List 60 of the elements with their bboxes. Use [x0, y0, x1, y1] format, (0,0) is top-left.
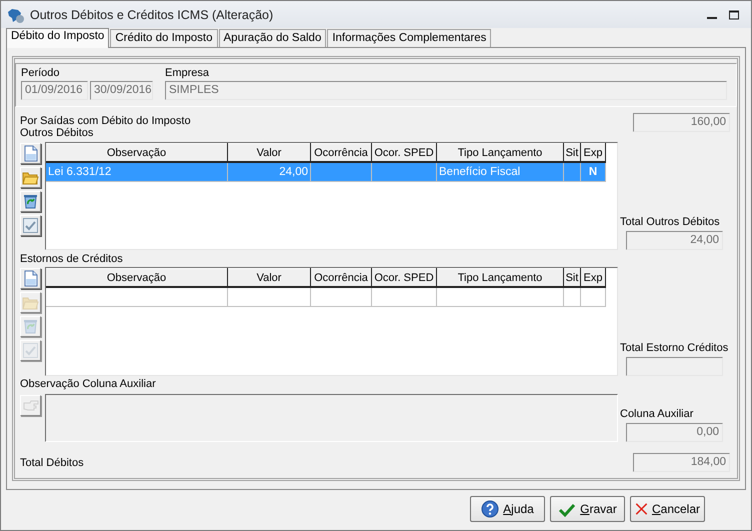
cancel-button[interactable]: Cancelar [630, 496, 705, 522]
section-label: Por Saídas com Débito do Imposto [20, 114, 191, 127]
tab[interactable]: Informações Complementares [327, 29, 492, 47]
table-cell: Lei 6.331/12 [48, 166, 112, 178]
total-field[interactable]: 0,00 [626, 423, 723, 442]
field-label: Período [21, 67, 61, 79]
table-cell: Benefício Fiscal [439, 166, 520, 178]
folder-button[interactable] [20, 167, 41, 188]
tab[interactable]: Apuração do Saldo [218, 29, 326, 47]
column-header[interactable]: Sit [564, 268, 580, 287]
column-header[interactable]: Valor [228, 144, 310, 162]
column-header[interactable]: Ocor. SPED [372, 144, 436, 162]
column-header[interactable]: Tipo Lançamento [436, 268, 564, 287]
tab[interactable]: Crédito do Imposto [110, 29, 218, 47]
help-button[interactable]: Ajuda [470, 496, 545, 522]
help-icon [481, 500, 500, 518]
column-header[interactable]: Sit [564, 144, 580, 162]
section-label: Estornos de Créditos [20, 253, 124, 265]
column-header[interactable]: Exp [580, 268, 606, 287]
window-title: Outros Débitos e Créditos ICMS (Alteração) [30, 8, 274, 22]
column-header[interactable]: Exp [580, 144, 606, 162]
new-document-button[interactable] [20, 143, 41, 164]
check-button[interactable] [20, 215, 41, 236]
column-header[interactable]: Ocorrência [310, 268, 372, 287]
table-cell: 24,00 [279, 166, 308, 178]
total-label: Total Outros Débitos [620, 216, 720, 228]
column-header[interactable]: Ocor. SPED [372, 268, 436, 287]
document-icon [22, 145, 39, 162]
total-field[interactable]: 184,00 [633, 453, 730, 472]
tab[interactable]: Débito do Imposto [6, 28, 110, 48]
column-header[interactable]: Tipo Lançamento [436, 144, 564, 162]
check-icon [22, 342, 39, 359]
recycle-icon [22, 193, 39, 210]
total-label: Total Débitos [20, 456, 84, 468]
column-header[interactable]: Ocorrência [310, 144, 372, 162]
app-icon [7, 6, 25, 22]
table-row[interactable] [46, 287, 606, 306]
column-header[interactable]: Observação [46, 144, 228, 162]
field-label: Empresa [165, 67, 210, 79]
total-label: Coluna Auxiliar [620, 408, 694, 420]
total-field[interactable]: 160,00 [633, 113, 730, 132]
memo-field[interactable] [45, 394, 618, 442]
section-label: Outros Débitos [20, 127, 94, 139]
check-icon [22, 217, 39, 234]
new-document-button[interactable] [20, 268, 41, 289]
total-field[interactable]: 24,00 [626, 231, 723, 250]
save-button[interactable]: Gravar [550, 496, 625, 522]
table-cell: N [588, 166, 598, 178]
date-field[interactable]: 30/09/2016 [90, 81, 153, 100]
maximize-icon[interactable] [729, 10, 739, 20]
column-header[interactable]: Valor [228, 268, 310, 287]
recycle-button[interactable] [20, 191, 41, 212]
date-field[interactable]: 01/09/2016 [21, 81, 88, 100]
total-label: Total Estorno Créditos [620, 342, 728, 354]
document-icon [22, 270, 39, 287]
recycle-icon [22, 318, 39, 335]
company-field[interactable]: SIMPLES [165, 81, 727, 100]
section-label: Observação Coluna Auxiliar [20, 378, 157, 390]
column-header[interactable]: Observação [46, 268, 228, 287]
total-field[interactable] [626, 357, 723, 376]
